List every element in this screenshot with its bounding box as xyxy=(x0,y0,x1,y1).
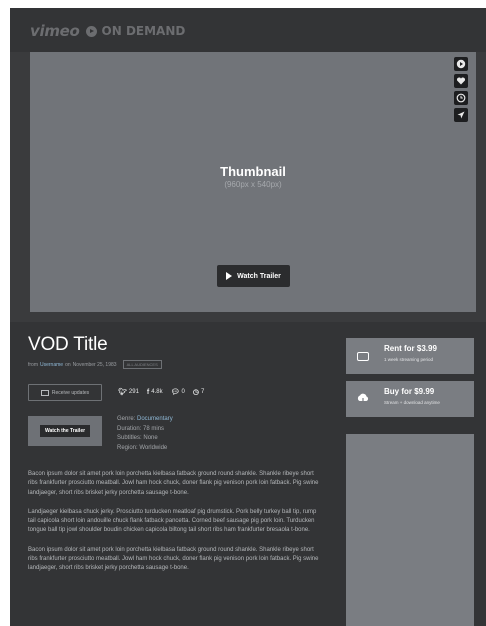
rating-badge: ALL AUDIENCES xyxy=(122,360,162,369)
byline-from: from xyxy=(28,361,38,368)
vimeo-on-demand-logo[interactable]: vimeo ON DEMAND xyxy=(30,22,185,40)
byline-on: on xyxy=(65,361,71,368)
duration-label: Duration: xyxy=(117,425,142,432)
clock-small-icon: ◷ xyxy=(192,389,199,396)
release-date: November 25, 1983 xyxy=(72,361,117,368)
hero-section: Thumbnail (960px x 540px) Watch Trailer xyxy=(10,52,486,322)
twitter-share[interactable]: 🐦︎ 291 xyxy=(118,388,139,396)
description-paragraph: Bacon ipsum dolor sit amet pork loin por… xyxy=(28,546,319,572)
genre-row: Genre: Documentary xyxy=(117,415,173,425)
thumbnail-title: Thumbnail xyxy=(220,164,286,179)
trailer-thumbnail[interactable]: Watch the Trailer xyxy=(28,416,102,446)
mail-icon xyxy=(40,389,49,396)
vimeo-wordmark: vimeo xyxy=(30,22,80,40)
sidebar-placeholder xyxy=(346,434,474,626)
byline: from Username on November 25, 1983 ALL A… xyxy=(28,360,162,369)
video-thumbnail[interactable]: Thumbnail (960px x 540px) Watch Trailer xyxy=(30,52,476,312)
heart-icon[interactable] xyxy=(454,74,468,88)
receive-updates-label: Receive updates xyxy=(51,389,90,396)
subtitles-value: None xyxy=(143,435,158,441)
twitter-icon: 🐦︎ xyxy=(118,389,127,396)
tv-icon xyxy=(356,349,370,363)
comment-icon: 💬︎ xyxy=(170,389,180,396)
views-stat: ◷ 7 xyxy=(193,388,204,396)
brand-bar: vimeo ON DEMAND xyxy=(10,8,486,52)
region-value: Worldwide xyxy=(139,444,168,451)
description-paragraph: Landjaeger kielbasa chuck jerky. Prosciu… xyxy=(28,508,317,534)
buy-button[interactable]: Buy for $9.99 Stream + download anytime xyxy=(346,381,474,417)
duration-row: Duration: 78 mins xyxy=(117,425,173,435)
thumbnail-size-text: (960px x 540px) xyxy=(224,180,282,189)
details-section: VOD Title from Username on November 25, … xyxy=(10,322,486,626)
film-details: Genre: Documentary Duration: 78 mins Sub… xyxy=(117,415,173,453)
share-stats: 🐦︎ 291 f 4.8k 💬︎ 0 ◷ 7 xyxy=(118,388,204,397)
duration-value: 78 mins xyxy=(143,425,165,432)
subtitles-label: Subtitles: xyxy=(117,435,142,441)
rent-button[interactable]: Rent for $3.99 1 week streaming period xyxy=(346,338,474,374)
play-circle-icon[interactable] xyxy=(454,57,468,71)
description-paragraph: Bacon ipsum dolor sit amet pork loin por… xyxy=(28,471,319,496)
rent-period-text: 1 week streaming period xyxy=(384,357,434,362)
play-circle-logo-icon xyxy=(85,25,97,37)
on-demand-wordmark: ON DEMAND xyxy=(101,24,186,38)
facebook-icon: f xyxy=(146,388,150,396)
comments-count: 0 xyxy=(181,389,185,395)
watch-the-trailer-button[interactable]: Watch the Trailer xyxy=(39,425,91,437)
facebook-share[interactable]: f 4.8k xyxy=(147,389,163,396)
play-icon xyxy=(226,272,233,280)
player-side-icons xyxy=(454,57,468,122)
genre-label: Genre: xyxy=(117,416,136,422)
buy-terms-text: Stream + download anytime xyxy=(384,400,440,405)
username-link[interactable]: Username xyxy=(40,362,63,368)
buy-price-label: Buy for $9.99 xyxy=(384,387,435,396)
page-title: VOD Title xyxy=(28,334,108,355)
comments-stat[interactable]: 💬︎ 0 xyxy=(171,388,185,396)
subtitles-row: Subtitles: None xyxy=(117,434,173,444)
send-icon[interactable] xyxy=(454,108,468,122)
watch-trailer-button[interactable]: Watch Trailer xyxy=(217,265,290,287)
genre-value[interactable]: Documentary xyxy=(137,416,173,422)
views-count: 7 xyxy=(200,389,205,395)
twitter-count: 291 xyxy=(128,389,139,395)
description: Bacon ipsum dolor sit amet pork loin por… xyxy=(28,470,323,584)
receive-updates-button[interactable]: Receive updates xyxy=(28,384,102,401)
region-row: Region: Worldwide xyxy=(117,444,173,454)
clock-icon[interactable] xyxy=(454,91,468,105)
watch-trailer-label: Watch Trailer xyxy=(237,272,281,280)
rent-price-label: Rent for $3.99 xyxy=(384,344,437,353)
cloud-download-icon xyxy=(356,392,370,406)
region-label: Region: xyxy=(117,444,138,451)
facebook-count: 4.8k xyxy=(151,389,163,395)
vod-page: vimeo ON DEMAND Thumbnail (960px x 540px… xyxy=(10,8,486,626)
